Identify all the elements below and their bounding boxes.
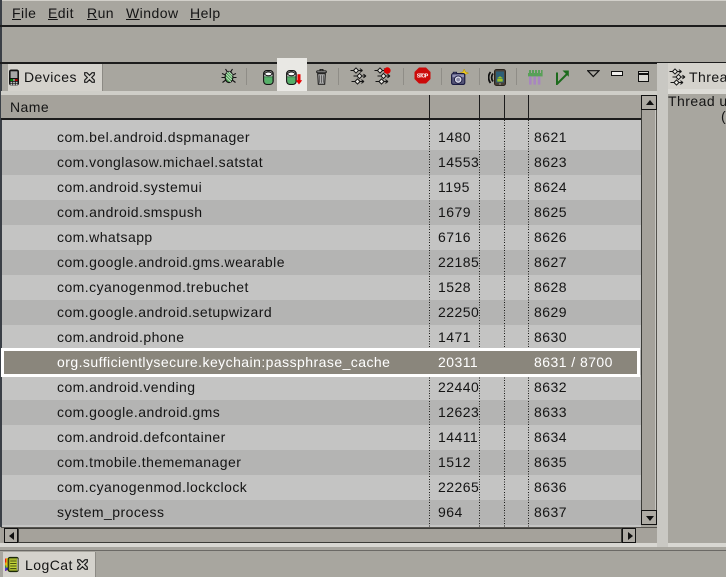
svg-text:STOP: STOP — [417, 73, 429, 79]
